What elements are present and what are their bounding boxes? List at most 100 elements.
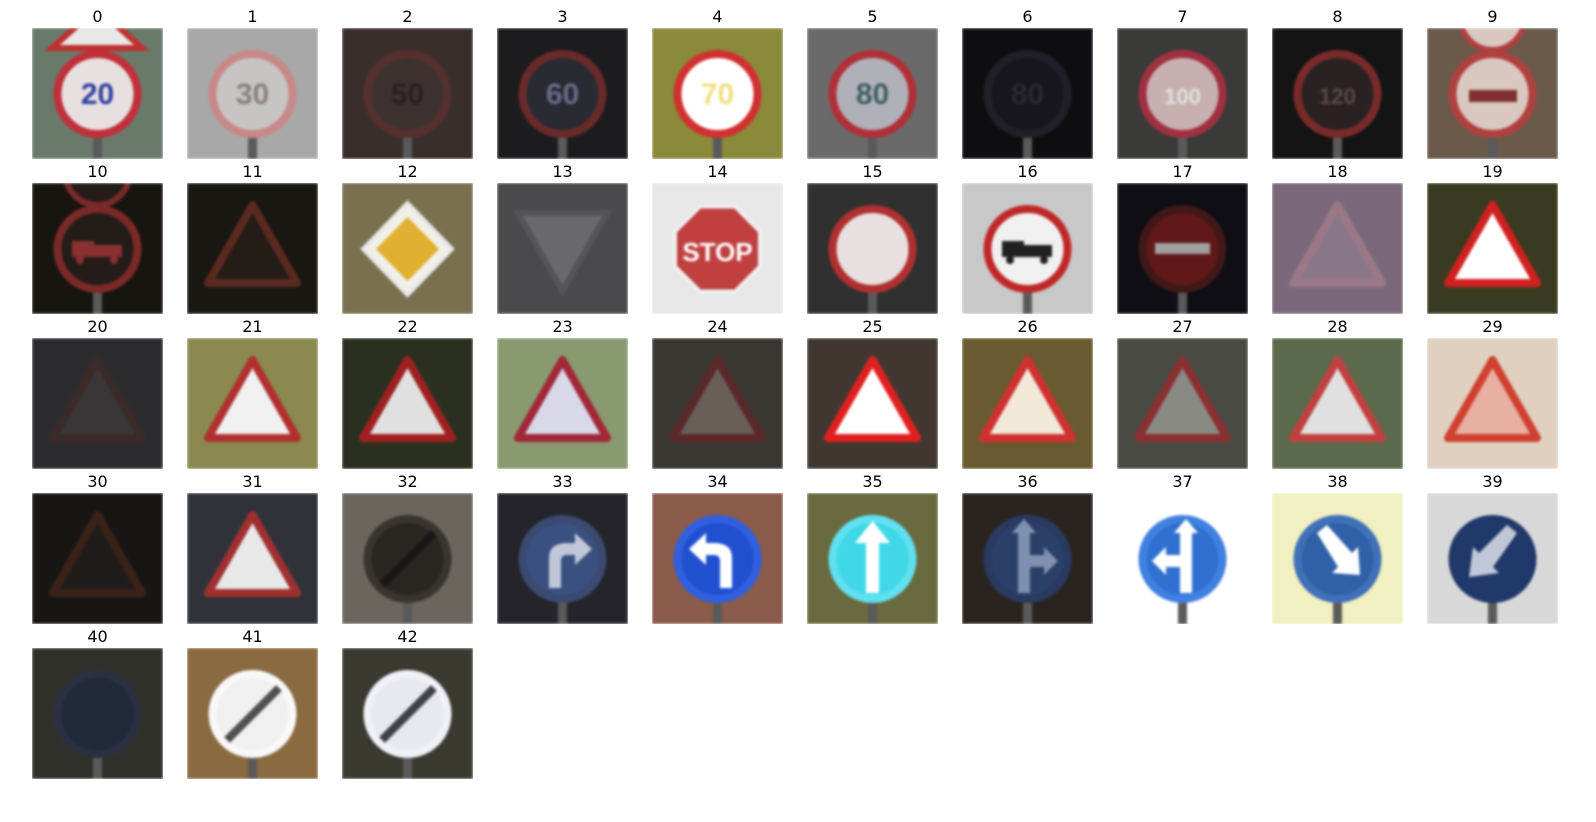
class-label: 40 xyxy=(87,627,108,646)
class-label: 11 xyxy=(242,162,263,181)
sign-thumbnail-cell: 38 xyxy=(1272,472,1403,624)
sign-image: 100 xyxy=(1117,28,1248,159)
sign-thumbnail-cell: 21 xyxy=(187,317,318,469)
sign-thumbnail-cell: 16 xyxy=(962,162,1093,314)
sign-image xyxy=(32,493,163,624)
sign-thumbnail-cell: 18 xyxy=(1272,162,1403,314)
class-label: 24 xyxy=(707,317,728,336)
class-label: 34 xyxy=(707,472,728,491)
svg-text:30: 30 xyxy=(236,78,269,111)
svg-text:20: 20 xyxy=(81,78,114,111)
class-label: 0 xyxy=(92,7,103,26)
class-label: 12 xyxy=(397,162,418,181)
svg-text:60: 60 xyxy=(546,78,579,111)
sign-image xyxy=(187,493,318,624)
sign-thumbnail-cell: 4 70 xyxy=(652,7,783,159)
sign-image xyxy=(187,183,318,314)
sign-image xyxy=(1117,183,1248,314)
class-label: 9 xyxy=(1487,7,1498,26)
class-label: 30 xyxy=(87,472,108,491)
svg-text:80: 80 xyxy=(1011,78,1044,111)
sign-image xyxy=(1427,493,1558,624)
sign-image: 20 xyxy=(32,28,163,159)
sign-image xyxy=(1427,28,1558,159)
sign-thumbnail-cell: 24 xyxy=(652,317,783,469)
sign-thumbnail-cell: 22 xyxy=(342,317,473,469)
sign-image xyxy=(497,338,628,469)
sign-thumbnail-cell: 31 xyxy=(187,472,318,624)
sign-image xyxy=(32,648,163,779)
sign-image xyxy=(342,338,473,469)
sign-image xyxy=(32,338,163,469)
traffic-sign-grid: 0 20 1 30 2 50 3 60 4 70 5 80 6 80 7 100 8 120 9 10 11 12 13 14… xyxy=(0,0,1596,822)
sign-image: 80 xyxy=(962,28,1093,159)
class-label: 36 xyxy=(1017,472,1038,491)
sign-image xyxy=(652,493,783,624)
class-label: 2 xyxy=(402,7,413,26)
class-label: 22 xyxy=(397,317,418,336)
sign-thumbnail-cell: 37 xyxy=(1117,472,1248,624)
class-label: 14 xyxy=(707,162,728,181)
sign-image xyxy=(342,648,473,779)
sign-thumbnail-cell: 14 STOP xyxy=(652,162,783,314)
sign-image: 70 xyxy=(652,28,783,159)
class-label: 35 xyxy=(862,472,883,491)
class-label: 1 xyxy=(247,7,258,26)
sign-image xyxy=(497,183,628,314)
sign-thumbnail-cell: 41 xyxy=(187,627,318,779)
class-label: 27 xyxy=(1172,317,1193,336)
sign-image xyxy=(807,183,938,314)
sign-thumbnail-cell: 12 xyxy=(342,162,473,314)
class-label: 29 xyxy=(1482,317,1503,336)
class-label: 38 xyxy=(1327,472,1348,491)
sign-thumbnail-cell: 1 30 xyxy=(187,7,318,159)
svg-text:50: 50 xyxy=(391,78,424,111)
class-label: 21 xyxy=(242,317,263,336)
class-label: 20 xyxy=(87,317,108,336)
sign-thumbnail-cell: 40 xyxy=(32,627,163,779)
sign-thumbnail-cell: 20 xyxy=(32,317,163,469)
svg-text:80: 80 xyxy=(856,78,889,111)
sign-image xyxy=(187,338,318,469)
sign-thumbnail-cell: 0 20 xyxy=(32,7,163,159)
class-label: 33 xyxy=(552,472,573,491)
class-label: 26 xyxy=(1017,317,1038,336)
sign-image xyxy=(187,648,318,779)
sign-thumbnail-cell: 28 xyxy=(1272,317,1403,469)
sign-thumbnail-cell: 35 xyxy=(807,472,938,624)
sign-thumbnail-cell: 30 xyxy=(32,472,163,624)
sign-thumbnail-cell: 23 xyxy=(497,317,628,469)
sign-image xyxy=(342,183,473,314)
class-label: 25 xyxy=(862,317,883,336)
sign-image xyxy=(652,338,783,469)
sign-image xyxy=(1117,338,1248,469)
sign-image xyxy=(497,493,628,624)
class-label: 32 xyxy=(397,472,418,491)
sign-thumbnail-cell: 10 xyxy=(32,162,163,314)
svg-text:STOP: STOP xyxy=(682,237,752,267)
svg-text:70: 70 xyxy=(701,78,734,111)
sign-image xyxy=(1427,338,1558,469)
sign-thumbnail-cell: 15 xyxy=(807,162,938,314)
sign-thumbnail-cell: 3 60 xyxy=(497,7,628,159)
class-label: 19 xyxy=(1482,162,1503,181)
class-label: 13 xyxy=(552,162,573,181)
sign-thumbnail-cell: 5 80 xyxy=(807,7,938,159)
sign-image xyxy=(342,493,473,624)
sign-image xyxy=(807,338,938,469)
svg-text:100: 100 xyxy=(1164,84,1201,109)
sign-image: 80 xyxy=(807,28,938,159)
class-label: 41 xyxy=(242,627,263,646)
sign-image xyxy=(962,338,1093,469)
class-label: 6 xyxy=(1022,7,1033,26)
sign-image: STOP xyxy=(652,183,783,314)
class-label: 3 xyxy=(557,7,568,26)
sign-thumbnail-cell: 39 xyxy=(1427,472,1558,624)
class-label: 15 xyxy=(862,162,883,181)
class-label: 5 xyxy=(867,7,878,26)
sign-thumbnail-cell: 27 xyxy=(1117,317,1248,469)
sign-thumbnail-cell: 7 100 xyxy=(1117,7,1248,159)
class-label: 18 xyxy=(1327,162,1348,181)
class-label: 39 xyxy=(1482,472,1503,491)
sign-thumbnail-cell: 6 80 xyxy=(962,7,1093,159)
